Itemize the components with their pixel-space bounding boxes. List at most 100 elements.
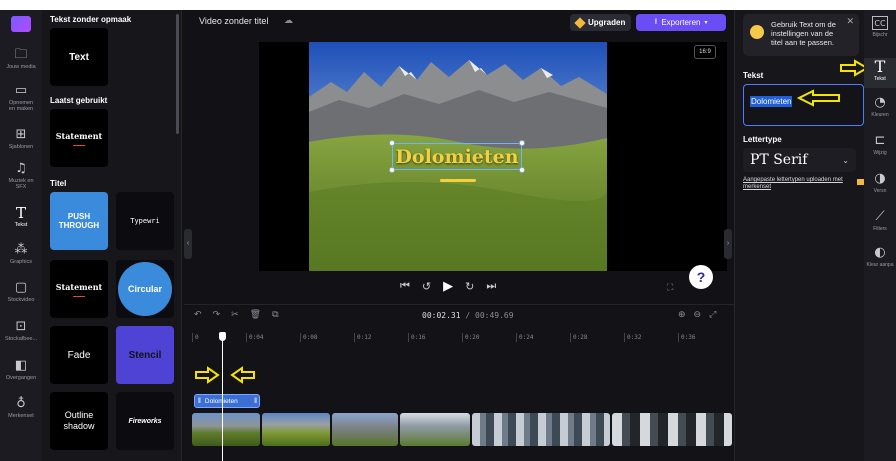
playhead[interactable] [222,333,223,461]
timecode: 00:02.31 / 00:49.69 [422,311,514,320]
tool-captions[interactable]: CC Bijschr [864,16,896,38]
library-scrollbar[interactable] [176,14,179,134]
upgrade-button[interactable]: Upgraden [570,14,632,31]
title-card-fade[interactable]: Fade [50,326,108,384]
properties-panel: Gebruik Text om de instellingen van de t… [734,10,869,461]
tool-fade[interactable]: ⊏ Wijzig [864,133,896,157]
nav-label: Tekst [14,222,28,228]
video-clip[interactable] [192,413,260,446]
clipchamp-editor: 🗀 Jouw media ▭ Opnemen en maken ⊞ Sjablo… [0,10,896,461]
playhead-knob[interactable] [219,332,226,341]
text-card-recent-statement[interactable]: Statement [50,109,108,167]
collapse-right-panel-button[interactable]: › [724,229,732,259]
fullscreen-icon[interactable]: ⛶ [667,282,673,293]
title-overlay[interactable]: Dolomieten [392,143,522,170]
undo-icon[interactable]: ↶ [194,310,202,320]
folder-icon: 🗀 [14,47,28,62]
resize-handle[interactable] [389,140,395,146]
card-label: PUSH THROUGH [58,212,100,230]
nav-transitions[interactable]: ◧ Overgangen [0,358,42,382]
play-icon[interactable]: ▶ [443,279,453,294]
zoom-in-icon[interactable]: ⊕ [678,310,686,320]
tool-colors[interactable]: ◔ Kleuren [864,96,896,119]
text-card-plain[interactable]: Text [50,28,108,86]
close-icon[interactable]: ✕ [846,17,854,26]
transitions-icon: ◧ [14,358,28,373]
video-clip[interactable] [472,413,610,446]
resize-handle[interactable] [519,140,525,146]
export-label: Exporteren [661,18,701,27]
fade-icon: ⊏ [874,133,886,148]
total-time: 00:49.69 [475,311,514,320]
nav-record-create[interactable]: ▭ Opnemen en maken [0,84,42,113]
nav-stock-images[interactable]: ⊡ Stockafbee... [0,320,42,343]
nav-templates[interactable]: ⊞ Sjablonen [0,128,42,151]
forward-5s-icon[interactable]: ↻ [465,280,474,293]
resize-handle[interactable] [519,167,525,173]
skip-forward-icon[interactable]: ⏭ [486,279,496,293]
rewind-5s-icon[interactable]: ↺ [422,280,431,293]
title-card-circular[interactable]: Circular [116,260,174,318]
nav-your-media[interactable]: 🗀 Jouw media [0,47,42,71]
fit-timeline-icon[interactable]: ⤢ [709,310,716,320]
nav-label: Graphics [9,259,32,265]
tool-adjust-colors[interactable]: ◐ Kleur aanpa [864,245,896,269]
aspect-ratio-button[interactable]: 16:9 [694,45,716,59]
title-card-outline-shadow[interactable]: Outline shadow [50,392,108,450]
resize-handle[interactable] [389,167,395,173]
section-titles: Titel [50,179,67,188]
zoom-controls: ⊕ ⊖ ⤢ [678,310,716,320]
brand-kit-icon: ♁ [16,396,26,411]
cloud-sync-icon: ☁ [284,15,293,25]
video-track[interactable] [192,413,732,446]
tool-text[interactable]: T Tekst [864,58,896,88]
split-icon[interactable]: ✂ [231,310,239,320]
left-nav-rail: 🗀 Jouw media ▭ Opnemen en maken ⊞ Sjablo… [0,10,42,461]
zoom-out-icon[interactable]: ⊖ [694,310,702,320]
graphics-icon: ⁂ [14,242,28,257]
speed-icon: ◑ [874,171,886,186]
selected-text: Dolomieten [750,96,793,107]
tool-label: Kleur aanpa [866,262,894,268]
upgrade-label: Upgraden [588,18,626,27]
video-clip[interactable] [612,413,732,446]
delete-icon[interactable]: 🗑 [250,310,261,320]
clip-handle-icon[interactable]: ‖ [198,398,201,405]
nav-label: Stockvideo [7,297,35,303]
title-card-statement[interactable]: Statement [50,260,108,318]
timeline-ruler[interactable]: 0 0:04 0:08 0:12 0:16 0:20 0:24 0:28 0:3… [192,333,732,347]
video-clip[interactable] [400,413,470,446]
font-dropdown[interactable]: PT Serif ⌄ [743,148,856,172]
nav-graphics[interactable]: ⁂ Graphics [0,242,42,266]
collapse-left-panel-button[interactable]: ‹ [184,229,192,259]
tool-label: Wijzig [873,150,887,156]
redo-icon[interactable]: ↷ [213,310,221,320]
card-label: Outline shadow [63,410,95,431]
filters-icon: ⟋ [875,209,885,224]
adjust-icon: ◐ [874,245,886,260]
project-title[interactable]: Video zonder titel [199,16,268,26]
ruler-tick: 0:36 [678,333,695,342]
nav-text[interactable]: T Tekst [0,206,42,229]
skip-back-icon[interactable]: ⏮ [400,279,410,293]
title-card-stencil[interactable]: Stencil [116,326,174,384]
upload-fonts-link[interactable]: Aangepaste lettertypen uploaden met merk… [743,177,855,191]
clip-handle-icon[interactable]: ‖ [254,398,257,405]
nav-brand-kit[interactable]: ♁ Merkenset [0,396,42,420]
nav-stock-video[interactable]: ▢ Stockvideo [0,281,42,304]
tool-speed[interactable]: ◑ Versn [864,171,896,195]
app-logo [11,16,31,32]
ruler-tick: 0:24 [516,333,533,342]
nav-music-sfx[interactable]: ♫ Muziek en SFX [0,162,42,191]
title-card-push-through[interactable]: PUSH THROUGH [50,192,108,250]
text-clip[interactable]: ‖ Dolomieten ‖ [194,394,260,408]
title-card-typewriter[interactable]: Typewri [116,192,174,250]
tool-filters[interactable]: ⟋ Filters [864,209,896,233]
video-clip[interactable] [332,413,398,446]
help-button[interactable]: ? [689,265,713,289]
duplicate-icon[interactable]: ⧉ [272,310,278,320]
export-button[interactable]: ⭱ Exporteren ▾ [636,14,726,31]
ruler-tick: 0:28 [570,333,587,342]
video-clip[interactable] [262,413,330,446]
title-card-fireworks[interactable]: Fireworks [116,392,174,450]
